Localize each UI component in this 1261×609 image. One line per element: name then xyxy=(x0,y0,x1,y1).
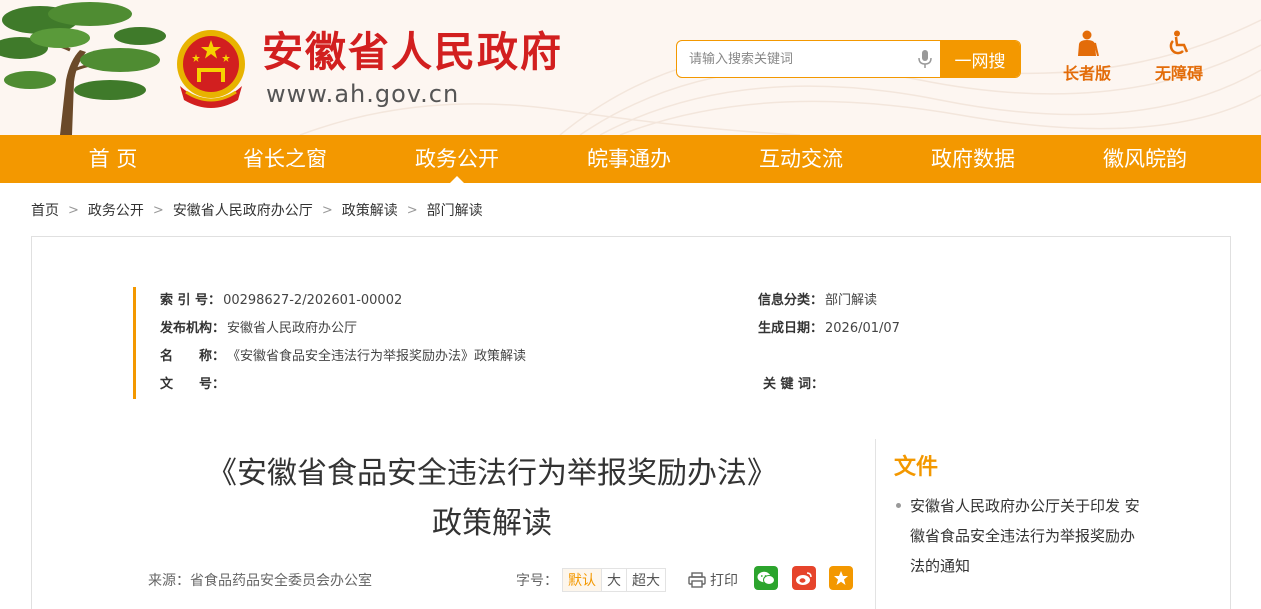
meta-publisher-value: 安徽省人民政府办公厅 xyxy=(227,321,358,336)
site-url: www.ah.gov.cn xyxy=(266,80,460,108)
breadcrumb-office[interactable]: 安徽省人民政府办公厅 xyxy=(173,200,313,220)
font-size-large-button[interactable]: 大 xyxy=(602,568,627,592)
search-input[interactable] xyxy=(677,41,939,77)
meta-publisher-label: 发布机构： xyxy=(160,321,226,336)
breadcrumb-policy[interactable]: 政策解读 xyxy=(342,200,398,220)
breadcrumb-separator: > xyxy=(68,202,79,218)
meta-docno: 文 号： xyxy=(160,375,227,395)
star-icon xyxy=(834,571,848,585)
font-size-xlarge-button[interactable]: 超大 xyxy=(627,568,666,592)
search-box: 一网搜 xyxy=(676,40,1021,78)
meta-docno-label: 文 号： xyxy=(160,377,226,392)
meta-keywords: 关 键 词： xyxy=(763,375,826,395)
nav-item-services[interactable]: 皖事通办 xyxy=(543,135,715,183)
font-size-label: 字号： xyxy=(516,573,558,589)
nav-item-gov-data[interactable]: 政府数据 xyxy=(887,135,1059,183)
wechat-icon xyxy=(757,571,775,585)
elder-mode-button[interactable]: 长者版 xyxy=(1052,30,1122,84)
search-button[interactable]: 一网搜 xyxy=(940,41,1020,77)
nav-item-gov-affairs[interactable]: 政务公开 xyxy=(371,135,543,183)
column-divider xyxy=(875,439,876,609)
nav-item-home[interactable]: 首 页 xyxy=(27,135,199,183)
meta-index: 索 引 号： 00298627-2/202601-00002 xyxy=(160,291,402,311)
meta-date-value: 2026/01/07 xyxy=(825,321,900,336)
meta-name-label: 名 称： xyxy=(160,349,226,364)
printer-icon xyxy=(688,572,706,588)
font-size-default-button[interactable]: 默认 xyxy=(562,568,602,592)
favorite-button[interactable] xyxy=(829,566,853,590)
breadcrumb-separator: > xyxy=(406,202,418,218)
meta-index-value: 00298627-2/202601-00002 xyxy=(223,293,403,308)
elder-mode-label: 长者版 xyxy=(1062,64,1111,83)
breadcrumb-gov-affairs[interactable]: 政务公开 xyxy=(88,200,144,220)
wheelchair-icon xyxy=(1169,30,1189,55)
meta-date: 生成日期： 2026/01/07 xyxy=(758,319,900,339)
document-meta: 索 引 号： 00298627-2/202601-00002 信息分类： 部门解读 … xyxy=(133,287,1133,399)
nav-item-interaction[interactable]: 互动交流 xyxy=(715,135,887,183)
accessibility-label: 无障碍 xyxy=(1154,64,1203,83)
weibo-icon xyxy=(796,571,812,585)
accessibility-button[interactable]: 无障碍 xyxy=(1144,30,1214,84)
meta-category-value: 部门解读 xyxy=(825,293,878,308)
site-title[interactable]: 安徽省人民政府 xyxy=(262,28,563,76)
site-header: 安徽省人民政府 www.ah.gov.cn 一网搜 长者版 无障碍 xyxy=(0,0,1261,135)
font-size-controls: 字号： 默认 大 超大 xyxy=(516,568,666,592)
nav-item-culture[interactable]: 徽风皖韵 xyxy=(1059,135,1231,183)
print-button[interactable]: 打印 xyxy=(688,570,738,590)
pine-tree-logo xyxy=(0,2,166,135)
meta-index-label: 索 引 号： xyxy=(160,293,222,308)
content-card: 索 引 号： 00298627-2/202601-00002 信息分类： 部门解读 … xyxy=(31,236,1231,609)
print-label: 打印 xyxy=(710,573,738,589)
meta-category: 信息分类： 部门解读 xyxy=(758,291,877,311)
national-emblem-icon xyxy=(177,30,245,108)
meta-publisher: 发布机构： 安徽省人民政府办公厅 xyxy=(160,319,357,339)
meta-name-value: 《安徽省食品安全违法行为举报奖励办法》政策解读 xyxy=(227,349,527,364)
breadcrumb-separator: > xyxy=(152,202,164,218)
breadcrumb-dept[interactable]: 部门解读 xyxy=(427,200,483,220)
related-file-list: 安徽省人民政府办公厅关于印发 安徽省食品安全违法行为举报奖励办法的通知 xyxy=(894,491,1144,581)
article-title-line2: 政策解读 xyxy=(432,506,552,541)
related-file-item[interactable]: 安徽省人民政府办公厅关于印发 安徽省食品安全违法行为举报奖励办法的通知 xyxy=(894,491,1144,581)
meta-keywords-label: 关 键 词： xyxy=(763,377,825,392)
meta-category-label: 信息分类： xyxy=(758,293,824,308)
breadcrumb-home[interactable]: 首页 xyxy=(31,200,59,220)
article-title: 《安徽省食品安全违法行为举报奖励办法》 政策解读 xyxy=(152,449,832,549)
microphone-icon[interactable] xyxy=(917,49,933,69)
sidebar-title: 文件 xyxy=(894,455,939,480)
elder-icon xyxy=(1078,30,1099,56)
meta-name: 名 称： 《安徽省食品安全违法行为举报奖励办法》政策解读 xyxy=(160,347,526,367)
main-nav: 首 页 省长之窗 政务公开 皖事通办 互动交流 政府数据 徽风皖韵 xyxy=(0,135,1261,183)
breadcrumb-separator: > xyxy=(321,202,333,218)
share-wechat-button[interactable] xyxy=(754,566,778,590)
article-title-line1: 《安徽省食品安全违法行为举报奖励办法》 xyxy=(207,456,777,491)
nav-item-governor[interactable]: 省长之窗 xyxy=(199,135,371,183)
article-source: 来源：省食品药品安全委员会办公室 xyxy=(148,573,372,589)
share-weibo-button[interactable] xyxy=(792,566,816,590)
meta-date-label: 生成日期： xyxy=(758,321,824,336)
breadcrumb: 首页 > 政务公开 > 安徽省人民政府办公厅 > 政策解读 > 部门解读 xyxy=(31,199,483,221)
